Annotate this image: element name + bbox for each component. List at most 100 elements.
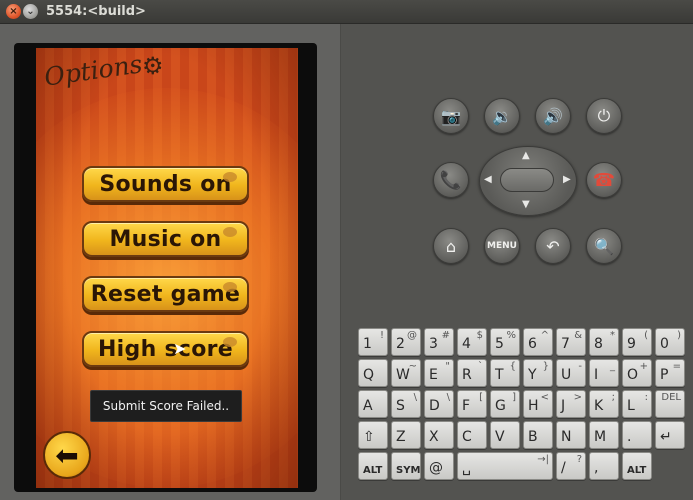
power-icon[interactable]: ⏻: [586, 98, 622, 134]
key-t[interactable]: T{: [490, 359, 520, 387]
menu-button[interactable]: MENU: [484, 228, 520, 264]
key-↵[interactable]: ↵: [655, 421, 685, 449]
key-w[interactable]: W ~: [391, 359, 421, 387]
key-d[interactable]: D \: [424, 390, 454, 418]
key-9[interactable]: 9(: [622, 328, 652, 356]
volume-down-icon[interactable]: 🔉: [484, 98, 520, 134]
call-icon[interactable]: 📞: [433, 162, 469, 198]
key-alt-label: {: [509, 361, 516, 372]
key-o[interactable]: O +: [622, 359, 652, 387]
key-v[interactable]: V: [490, 421, 520, 449]
key-6[interactable]: 6 ^: [523, 328, 553, 356]
key-f[interactable]: F[: [457, 390, 487, 418]
dpad-center-button[interactable]: [500, 168, 554, 192]
key-g[interactable]: G]: [490, 390, 520, 418]
key-b[interactable]: B: [523, 421, 553, 449]
key-n[interactable]: N: [556, 421, 586, 449]
back-icon[interactable]: ↶: [535, 228, 571, 264]
key-label: E: [429, 367, 438, 383]
key-r[interactable]: R `: [457, 359, 487, 387]
camera-icon[interactable]: 📷: [433, 98, 469, 134]
key-h[interactable]: H <: [523, 390, 553, 418]
music-toggle-button[interactable]: Music on: [82, 221, 249, 257]
end-call-icon[interactable]: ☎: [586, 162, 622, 198]
volume-up-icon[interactable]: 🔊: [535, 98, 571, 134]
key-a[interactable]: A: [358, 390, 388, 418]
hardware-keyboard: 1! 2 @3 #4 $5% 6 ^ 7 & 8 * 9(0) Q W ~ E " R ` T{Y} U - I _ O + P = A…: [358, 328, 693, 500]
key-alt-label: _: [610, 361, 615, 372]
key-alt-label: >: [573, 392, 582, 403]
high-score-label: High score: [97, 336, 234, 362]
dpad-right-icon[interactable]: ▶: [563, 174, 571, 185]
key-label: 1: [363, 336, 372, 352]
key-label: .: [627, 429, 632, 445]
key-i[interactable]: I _: [589, 359, 619, 387]
key-z[interactable]: Z: [391, 421, 421, 449]
sounds-toggle-label: Sounds on: [99, 171, 232, 197]
key-label: 2: [396, 336, 405, 352]
key-l[interactable]: L:: [622, 390, 652, 418]
key-7[interactable]: 7 &: [556, 328, 586, 356]
home-icon[interactable]: ⌂: [433, 228, 469, 264]
key-alt-label: →|: [537, 454, 549, 465]
key-0[interactable]: 0): [655, 328, 685, 356]
key-c[interactable]: C: [457, 421, 487, 449]
key-8[interactable]: 8 *: [589, 328, 619, 356]
key-label: Q: [363, 367, 375, 383]
dpad-down-icon[interactable]: ▼: [522, 199, 530, 210]
game-screen[interactable]: Options ⚙ Sounds on Music on Reset game …: [36, 48, 298, 488]
reset-game-label: Reset game: [90, 281, 241, 307]
key-q[interactable]: Q: [358, 359, 388, 387]
high-score-button[interactable]: High score: [82, 331, 249, 367]
key-.[interactable]: .: [622, 421, 652, 449]
key-1[interactable]: 1!: [358, 328, 388, 356]
key-del[interactable]: DEL: [655, 390, 685, 418]
key-u[interactable]: U-: [556, 359, 586, 387]
key-label: X: [429, 429, 439, 445]
key-y[interactable]: Y}: [523, 359, 553, 387]
key-j[interactable]: J >: [556, 390, 586, 418]
dpad-left-icon[interactable]: ◀: [484, 174, 492, 185]
key-,[interactable]: ,: [589, 452, 619, 480]
key-alt-label: ]: [512, 392, 516, 403]
key-alt-label: @: [407, 330, 417, 341]
key-x[interactable]: X: [424, 421, 454, 449]
key-label: I: [594, 367, 599, 383]
key-3[interactable]: 3 #: [424, 328, 454, 356]
key-/[interactable]: /?: [556, 452, 586, 480]
key-alt[interactable]: ALT: [358, 452, 388, 480]
key-alt-label: `: [478, 361, 483, 372]
key-@[interactable]: @: [424, 452, 454, 480]
key-alt-label: ): [677, 330, 681, 341]
key-sym[interactable]: SYM: [391, 452, 421, 480]
key-5[interactable]: 5%: [490, 328, 520, 356]
key-e[interactable]: E ": [424, 359, 454, 387]
reset-game-button[interactable]: Reset game: [82, 276, 249, 312]
key-alt-label: !: [379, 330, 384, 341]
key-label: N: [561, 429, 572, 445]
key-p[interactable]: P =: [655, 359, 685, 387]
dpad-up-icon[interactable]: ▲: [522, 150, 530, 161]
key-⇧[interactable]: ⇧: [358, 421, 388, 449]
key-alt[interactable]: ALT: [622, 452, 652, 480]
key-alt-label: %: [506, 330, 516, 341]
key-␣[interactable]: ␣ →|: [457, 452, 553, 480]
key-m[interactable]: M: [589, 421, 619, 449]
minimize-icon[interactable]: ⌄: [23, 4, 38, 19]
key-k[interactable]: K;: [589, 390, 619, 418]
key-s[interactable]: S \: [391, 390, 421, 418]
key-alt-label: *: [610, 330, 615, 341]
key-label: K: [594, 398, 604, 414]
key-alt-label: #: [441, 330, 450, 341]
key-label: SYM: [396, 465, 421, 476]
close-icon[interactable]: ×: [6, 4, 21, 19]
key-2[interactable]: 2 @: [391, 328, 421, 356]
back-arrow-icon[interactable]: ⬅: [43, 431, 91, 479]
key-label: A: [363, 398, 373, 414]
key-4[interactable]: 4 $: [457, 328, 487, 356]
sounds-toggle-button[interactable]: Sounds on: [82, 166, 249, 202]
gear-icon: ⚙: [142, 52, 164, 80]
key-label: Y: [528, 367, 537, 383]
search-icon[interactable]: 🔍: [586, 228, 622, 264]
key-label: /: [561, 460, 566, 476]
